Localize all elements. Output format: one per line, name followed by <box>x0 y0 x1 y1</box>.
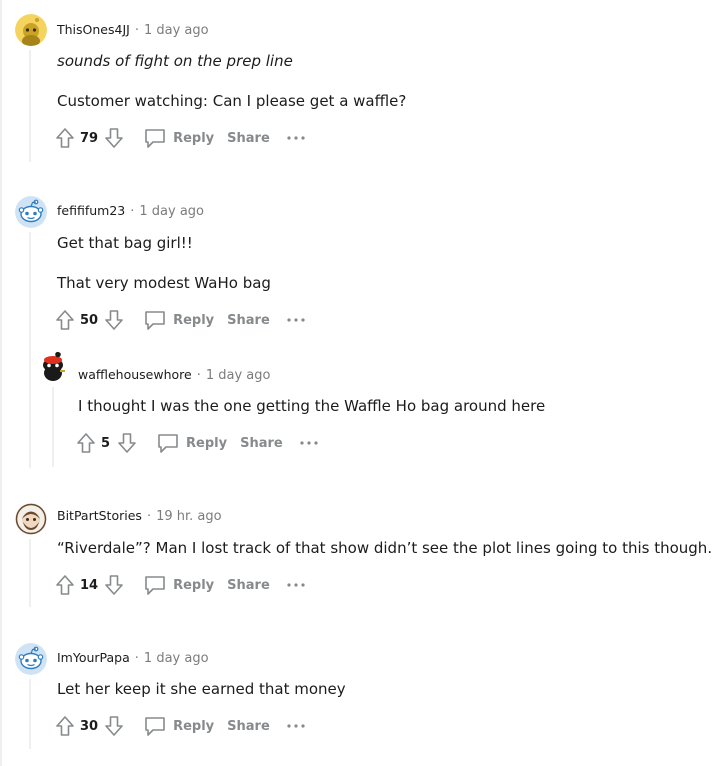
upvote-arrow-icon[interactable] <box>54 126 76 150</box>
upvote-arrow-icon[interactable] <box>54 714 76 738</box>
black-snoo-red-hat-avatar-icon[interactable] <box>37 351 69 383</box>
comment-text: Get that bag girl!! <box>57 234 193 252</box>
comment-meta: ThisOnes4JJ · 1 day ago <box>57 21 209 40</box>
thread-line[interactable] <box>52 387 54 467</box>
comment-wafflehousewhore: wafflehousewhore · 1 day ago I thought I w… <box>0 345 723 470</box>
upvote-arrow-icon[interactable] <box>75 431 97 455</box>
comment-text: “Riverdale”? Man I lost track of that sh… <box>57 539 713 557</box>
vote-score: 79 <box>80 130 99 146</box>
more-options-icon[interactable] <box>286 135 306 141</box>
reply-button[interactable]: Reply <box>156 432 227 454</box>
comment-meta: BitPartStories · 19 hr. ago <box>57 507 222 526</box>
comment-text: Let her keep it she earned that money <box>57 680 346 698</box>
reply-label: Reply <box>173 130 215 146</box>
thread-line[interactable] <box>29 679 31 749</box>
comment-actions: 5 Reply Share <box>75 431 319 455</box>
speech-bubble-icon <box>158 434 178 453</box>
blue-snoo-avatar-icon[interactable] <box>15 643 47 675</box>
timestamp[interactable]: 19 hr. ago <box>156 509 222 524</box>
share-button[interactable]: Share <box>240 436 283 451</box>
blue-snoo-avatar-icon[interactable] <box>15 196 47 228</box>
comment-bitpartstories: BitPartStories · 19 hr. ago “Riverdale”? M… <box>0 495 723 620</box>
speech-bubble-icon <box>145 311 165 330</box>
username-link[interactable]: BitPartStories <box>57 508 142 523</box>
comment-text: I thought I was the one getting the Waff… <box>78 397 546 415</box>
vote-score: 14 <box>80 577 99 593</box>
meta-separator: · <box>130 204 135 219</box>
vote-score: 50 <box>80 312 99 328</box>
bearded-snoo-avatar-icon[interactable] <box>15 503 47 535</box>
reply-label: Reply <box>173 718 215 734</box>
share-button[interactable]: Share <box>227 131 270 146</box>
timestamp[interactable]: 1 day ago <box>206 368 271 383</box>
comment-actions: 79 Reply Share <box>54 126 306 150</box>
reply-label: Reply <box>186 435 228 451</box>
downvote-arrow-icon[interactable] <box>103 126 125 150</box>
upvote-arrow-icon[interactable] <box>54 573 76 597</box>
username-link[interactable]: fefififum23 <box>57 203 125 218</box>
comment-meta: ImYourPapa · 1 day ago <box>57 649 209 668</box>
comment-actions: 14 Reply Share <box>54 573 306 597</box>
comment-meta: fefififum23 · 1 day ago <box>57 202 204 221</box>
share-button[interactable]: Share <box>227 719 270 734</box>
share-button[interactable]: Share <box>227 578 270 593</box>
comment-text: Customer watching: Can I please get a wa… <box>57 92 407 110</box>
thread-line[interactable] <box>29 50 31 162</box>
more-options-icon[interactable] <box>299 440 319 446</box>
yellow-snoo-avatar-icon[interactable] <box>15 14 47 46</box>
downvote-arrow-icon[interactable] <box>103 573 125 597</box>
share-button[interactable]: Share <box>227 313 270 328</box>
downvote-arrow-icon[interactable] <box>116 431 138 455</box>
meta-separator: · <box>134 651 139 666</box>
vote-score: 30 <box>80 718 99 734</box>
comment-actions: 30 Reply Share <box>54 714 306 738</box>
meta-separator: · <box>196 368 201 383</box>
username-link[interactable]: wafflehousewhore <box>78 367 192 382</box>
username-link[interactable]: ThisOnes4JJ <box>57 22 130 37</box>
vote-score: 5 <box>101 435 111 451</box>
speech-bubble-icon <box>145 576 165 595</box>
more-options-icon[interactable] <box>286 723 306 729</box>
meta-separator: · <box>134 23 139 38</box>
downvote-arrow-icon[interactable] <box>103 714 125 738</box>
comment-meta: wafflehousewhore · 1 day ago <box>78 366 270 385</box>
reply-button[interactable]: Reply <box>143 574 214 596</box>
reply-label: Reply <box>173 577 215 593</box>
username-link[interactable]: ImYourPapa <box>57 650 130 665</box>
downvote-arrow-icon[interactable] <box>103 308 125 332</box>
speech-bubble-icon <box>145 717 165 736</box>
comment-text: sounds of fight on the prep line <box>57 52 293 70</box>
more-options-icon[interactable] <box>286 317 306 323</box>
reply-button[interactable]: Reply <box>143 715 214 737</box>
comment-text: That very modest WaHo bag <box>57 274 271 292</box>
timestamp[interactable]: 1 day ago <box>139 204 204 219</box>
reply-label: Reply <box>173 312 215 328</box>
thread-line[interactable] <box>29 539 31 607</box>
comment-thisones4jj: ThisOnes4JJ · 1 day ago sounds of fight on… <box>0 0 723 170</box>
reply-button[interactable]: Reply <box>143 127 214 149</box>
timestamp[interactable]: 1 day ago <box>144 651 209 666</box>
timestamp[interactable]: 1 day ago <box>144 23 209 38</box>
more-options-icon[interactable] <box>286 582 306 588</box>
upvote-arrow-icon[interactable] <box>54 308 76 332</box>
comment-imyourpapa: ImYourPapa · 1 day ago Let her keep it she… <box>0 637 723 762</box>
comment-actions: 50 Reply Share <box>54 308 306 332</box>
reply-button[interactable]: Reply <box>143 309 214 331</box>
speech-bubble-icon <box>145 129 165 148</box>
meta-separator: · <box>146 509 152 524</box>
